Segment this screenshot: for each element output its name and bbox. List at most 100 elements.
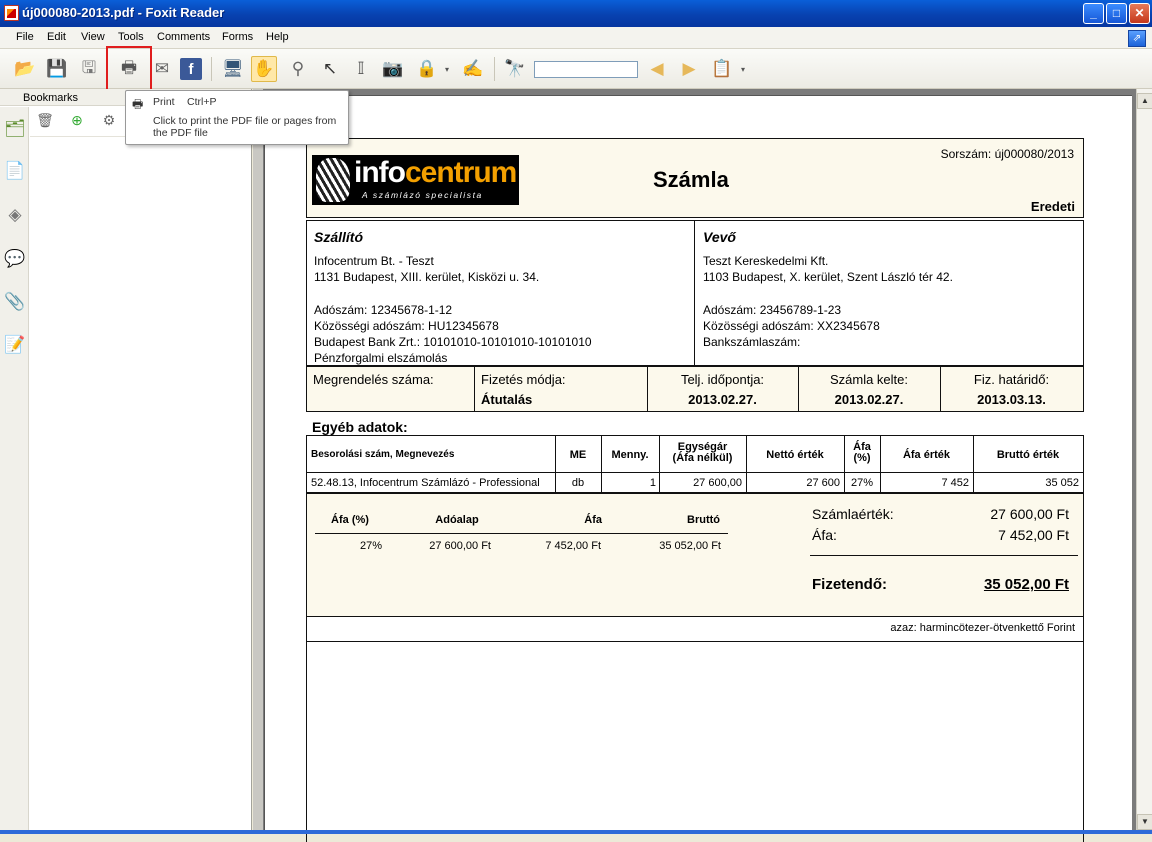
buyer-bank: Bankszámlaszám: bbox=[703, 335, 801, 349]
signatures-tab-icon[interactable]: 📝 bbox=[4, 333, 26, 357]
invoice-meta: Megrendelés száma: Fizetés módja: Átutal… bbox=[306, 366, 1084, 412]
vat-summary-rate: 27% bbox=[359, 540, 382, 552]
save-icon[interactable]: 💾 bbox=[44, 56, 70, 82]
performance-date: 2013.02.27. bbox=[688, 392, 757, 407]
amount-in-words-box: azaz: harmincötezer-ötvenkettő Forint bbox=[306, 617, 1084, 642]
invoice-serial: Sorszám: új000080/2013 bbox=[940, 147, 1074, 161]
print-icon: 🖶 bbox=[132, 97, 144, 111]
sidebar-panel: Bookmarks bbox=[0, 89, 252, 834]
snapshot-icon[interactable]: 📷 bbox=[380, 56, 406, 82]
menu-edit[interactable]: Edit bbox=[47, 31, 66, 43]
find-previous-icon[interactable]: ◀ bbox=[644, 56, 670, 82]
rms-lock-icon[interactable]: 🔒 bbox=[414, 56, 440, 82]
col-unit: ME bbox=[569, 449, 587, 461]
menu-forms[interactable]: Forms bbox=[222, 31, 253, 43]
minimize-button[interactable]: _ bbox=[1083, 3, 1104, 24]
maximize-button[interactable]: □ bbox=[1106, 3, 1127, 24]
vat-summary-vat-header: Áfa bbox=[584, 514, 602, 526]
vat-summary-vat: 7 452,00 Ft bbox=[545, 540, 601, 552]
select-arrow-icon[interactable]: ↖ bbox=[317, 56, 343, 82]
scroll-down-icon[interactable]: ▼ bbox=[1137, 814, 1152, 830]
col-desc: Besorolási szám, Megnevezés bbox=[311, 449, 455, 460]
payment-value: Átutalás bbox=[481, 392, 533, 407]
supplier-bank: Budapest Bank Zrt.: 10101010-10101010-10… bbox=[314, 335, 592, 349]
performance-label: Telj. időpontja: bbox=[680, 372, 765, 387]
vat-summary-base-header: Adóalap bbox=[435, 514, 479, 526]
title-bar: új000080-2013.pdf - Foxit Reader _ □ ✕ bbox=[0, 0, 1152, 27]
buyer-name: Teszt Kereskedelmi Kft. bbox=[703, 254, 829, 268]
payable-value: 35 052,00 Ft bbox=[983, 576, 1069, 593]
net-total-value: 27 600,00 Ft bbox=[990, 506, 1069, 522]
menu-file[interactable]: File bbox=[16, 31, 34, 43]
open-folder-icon[interactable]: 📂 bbox=[12, 56, 38, 82]
comments-tab-icon[interactable]: 💬 bbox=[4, 247, 26, 271]
items-table: Besorolási szám, Megnevezés ME Menny. Eg… bbox=[306, 435, 1084, 493]
print-tooltip: 🖶 Print Ctrl+P Click to print the PDF fi… bbox=[125, 90, 349, 145]
issue-label: Számla kelte: bbox=[829, 372, 909, 387]
layers-tab-icon[interactable]: ◈ bbox=[4, 203, 26, 227]
document-properties-icon[interactable]: 📋 bbox=[709, 56, 735, 82]
invoice-title: Számla bbox=[653, 167, 729, 192]
item-vat: 7 452 bbox=[941, 477, 969, 489]
full-screen-icon[interactable]: 🖥 bbox=[220, 56, 246, 82]
rms-dropdown-icon[interactable]: ▾ bbox=[441, 56, 453, 82]
taskbar-edge bbox=[0, 830, 1152, 834]
supplier-heading: Szállító bbox=[314, 229, 364, 245]
due-label: Fiz. határidő: bbox=[973, 372, 1050, 387]
col-unit-price: Egységár (Áfa nélkül) bbox=[672, 441, 733, 464]
menu-help[interactable]: Help bbox=[266, 31, 289, 43]
invoice-header: infocentrum A számlázó specialista Száml… bbox=[306, 138, 1084, 218]
vat-summary-gross: 35 052,00 Ft bbox=[659, 540, 721, 552]
infocentrum-logo: infocentrum A számlázó specialista bbox=[312, 155, 519, 205]
item-vat-pct: 27% bbox=[850, 477, 874, 489]
bookmarks-tab-icon[interactable]: 🗂 bbox=[4, 117, 26, 141]
attachments-tab-icon[interactable]: 📎 bbox=[4, 290, 26, 314]
close-button[interactable]: ✕ bbox=[1129, 3, 1150, 24]
foxit-app-icon[interactable] bbox=[4, 5, 19, 21]
menu-tools[interactable]: Tools bbox=[118, 31, 144, 43]
col-qty: Menny. bbox=[611, 449, 649, 461]
menu-comments[interactable]: Comments bbox=[157, 31, 210, 43]
sign-icon[interactable]: ✍ bbox=[460, 56, 486, 82]
col-vat-pct: Áfa (%) bbox=[853, 441, 871, 464]
item-desc: 52.48.13, Infocentrum Számlázó - Profess… bbox=[311, 477, 540, 489]
email-icon[interactable]: ✉ bbox=[149, 56, 175, 82]
invoice: infocentrum A számlázó specialista Száml… bbox=[306, 138, 1084, 842]
facebook-icon[interactable]: f bbox=[180, 58, 202, 80]
col-net: Nettó érték bbox=[766, 449, 824, 461]
summary-box: Áfa (%) Adóalap Áfa Bruttó 27% 27 600,00… bbox=[306, 493, 1084, 617]
pages-tab-icon[interactable]: 📄 bbox=[4, 159, 26, 183]
menu-view[interactable]: View bbox=[81, 31, 105, 43]
properties-dropdown-icon[interactable]: ▾ bbox=[737, 56, 749, 82]
add-bookmark-icon[interactable]: ⊕ bbox=[68, 112, 86, 130]
hand-tool-icon[interactable]: ✋ bbox=[251, 56, 277, 82]
find-binoculars-icon[interactable]: 🔭 bbox=[502, 56, 528, 82]
vertical-scrollbar[interactable]: ▲ ▼ bbox=[1136, 89, 1152, 834]
scroll-up-icon[interactable]: ▲ bbox=[1137, 93, 1152, 109]
other-data-label: Egyéb adatok: bbox=[312, 419, 408, 435]
item-qty: 1 bbox=[649, 477, 656, 489]
supplier-tax: Adószám: 12345678-1-12 bbox=[314, 303, 453, 317]
issue-date: 2013.02.27. bbox=[834, 392, 904, 407]
col-gross: Bruttó érték bbox=[996, 449, 1060, 461]
zoom-tool-icon[interactable]: ⚲ bbox=[285, 56, 311, 82]
delete-bookmark-icon[interactable]: 🗑 bbox=[36, 112, 54, 130]
item-net: 27 600 bbox=[806, 477, 840, 489]
save-as-icon[interactable]: 🖫 bbox=[76, 56, 102, 82]
buyer-eu-tax: Közösségi adószám: XX2345678 bbox=[703, 319, 880, 333]
supplier-eu-tax: Közösségi adószám: HU12345678 bbox=[314, 319, 499, 333]
tooltip-title: Print bbox=[153, 96, 175, 108]
supplier-address: 1131 Budapest, XIII. kerület, Kisközi u.… bbox=[314, 270, 540, 284]
bookmark-properties-icon[interactable]: ⚙ bbox=[100, 112, 118, 130]
vat-total-label: Áfa: bbox=[812, 527, 837, 543]
restore-document-icon[interactable]: ⇗ bbox=[1128, 30, 1146, 47]
vat-total-value: 7 452,00 Ft bbox=[998, 527, 1069, 543]
find-input[interactable] bbox=[534, 61, 638, 78]
window-title: új000080-2013.pdf - Foxit Reader bbox=[22, 5, 225, 20]
text-select-icon[interactable]: 𝕀 bbox=[348, 56, 374, 82]
item-gross: 35 052 bbox=[1045, 477, 1079, 489]
find-next-icon[interactable]: ▶ bbox=[676, 56, 702, 82]
sidebar-tab-strip: 🗂 📄 ◈ 💬 📎 📝 bbox=[0, 107, 29, 834]
order-label: Megrendelés száma: bbox=[313, 372, 434, 387]
amount-in-words: azaz: harmincötezer-ötvenkettő Forint bbox=[890, 622, 1075, 634]
